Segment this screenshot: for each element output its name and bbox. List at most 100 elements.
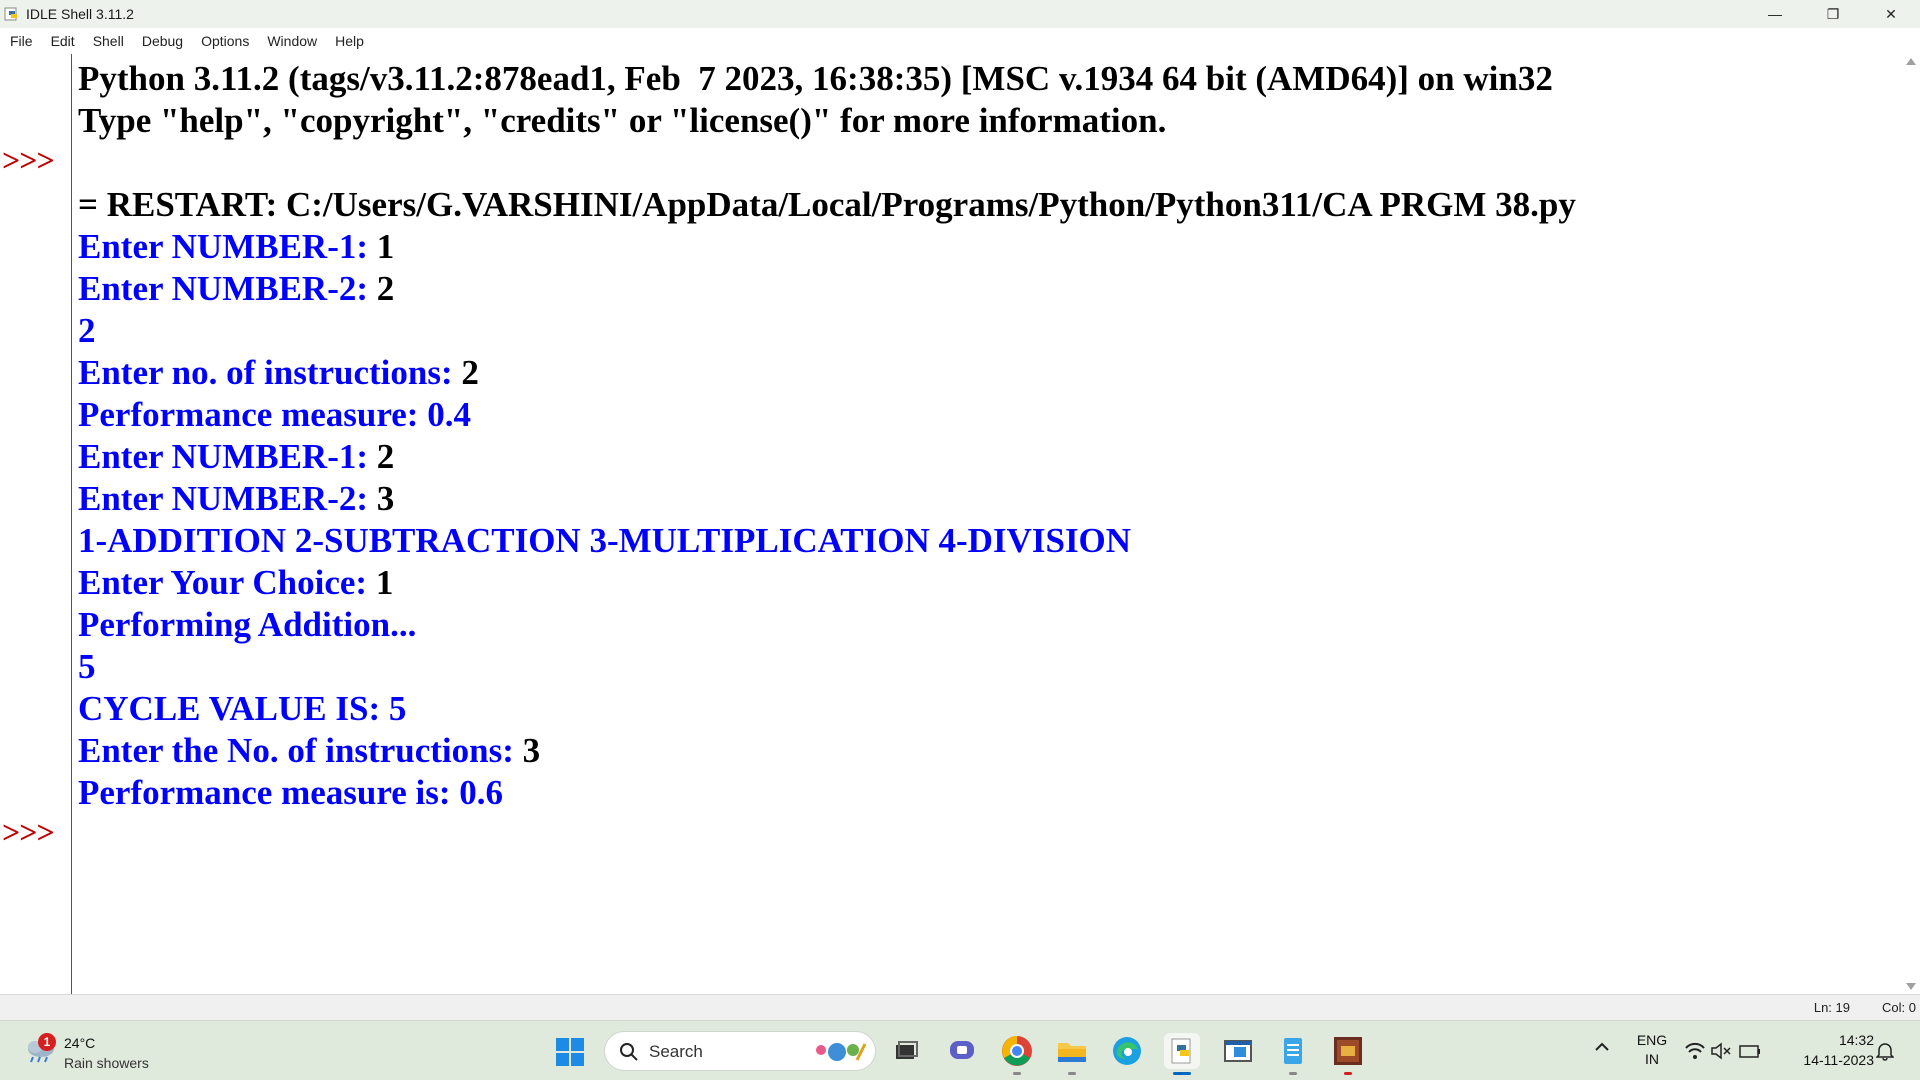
restore-button[interactable]: ❐ — [1804, 0, 1862, 28]
search-highlight-icon — [809, 1038, 869, 1066]
weather-widget[interactable]: 1 24°C Rain showers — [22, 1027, 182, 1075]
chevron-up-icon[interactable] — [1594, 1039, 1610, 1055]
language-indicator[interactable]: ENG IN — [1634, 1031, 1670, 1069]
running-indicator — [1173, 1072, 1191, 1075]
chat-button[interactable] — [944, 1033, 980, 1069]
shell-line: 2 — [78, 310, 96, 352]
chrome-icon — [1002, 1036, 1032, 1066]
scroll-down-icon[interactable] — [1906, 983, 1916, 990]
menu-options[interactable]: Options — [201, 33, 249, 49]
window-app-icon — [1224, 1040, 1252, 1062]
user-input: 2 — [376, 437, 395, 476]
scroll-up-icon[interactable] — [1906, 58, 1916, 65]
task-view-button[interactable] — [888, 1033, 924, 1069]
line-text: CYCLE VALUE IS: 5 — [78, 689, 407, 728]
title-bar: IDLE Shell 3.11.2 — ❐ ✕ — [0, 0, 1920, 28]
python-idle-icon — [4, 6, 20, 22]
restore-icon: ❐ — [1826, 5, 1840, 22]
menu-debug[interactable]: Debug — [142, 33, 183, 49]
shell-line: Performance measure: 0.4 — [78, 394, 471, 436]
running-indicator — [1068, 1072, 1076, 1075]
region-code: IN — [1645, 1051, 1659, 1067]
windows-logo-icon — [556, 1038, 584, 1066]
user-input: 1 — [376, 227, 395, 266]
user-input: 2 — [376, 269, 395, 308]
notification-bell-icon[interactable] — [1875, 1041, 1895, 1061]
wifi-icon — [1685, 1042, 1705, 1059]
shell-prompt: >>> — [2, 142, 55, 178]
file-explorer-icon — [1058, 1043, 1086, 1062]
clock-time: 14:32 — [1838, 1032, 1874, 1048]
notepad-button[interactable] — [1275, 1033, 1311, 1075]
shell-line: Enter NUMBER-1: 2 — [78, 436, 394, 478]
shell-line: Enter Your Choice: 1 — [78, 562, 393, 604]
chrome-button[interactable] — [999, 1033, 1035, 1075]
file-explorer-button[interactable] — [1054, 1033, 1090, 1075]
shell-line: CYCLE VALUE IS: 5 — [78, 688, 406, 730]
shell-line: 5 — [78, 646, 96, 688]
menu-window[interactable]: Window — [267, 33, 317, 49]
menu-file[interactable]: File — [10, 33, 33, 49]
menu-edit[interactable]: Edit — [51, 33, 75, 49]
line-text: Enter NUMBER-1: — [78, 227, 377, 266]
line-text: Enter NUMBER-1: — [78, 437, 377, 476]
line-text: Python 3.11.2 (tags/v3.11.2:878ead1, Feb… — [78, 59, 1553, 98]
menu-bar: File Edit Shell Debug Options Window Hel… — [0, 28, 1920, 54]
user-input: 3 — [522, 731, 541, 770]
weather-temperature: 24°C — [64, 1035, 96, 1051]
line-text: Performance measure is: 0.6 — [78, 773, 504, 812]
line-text: Enter the No. of instructions: — [78, 731, 523, 770]
menu-shell[interactable]: Shell — [93, 33, 124, 49]
shell-output[interactable]: Python 3.11.2 (tags/v3.11.2:878ead1, Feb… — [78, 54, 1888, 994]
weather-description: Rain showers — [64, 1055, 149, 1071]
shell-line: Enter the No. of instructions: 3 — [78, 730, 540, 772]
shell-line: Enter NUMBER-2: 3 — [78, 478, 394, 520]
running-indicator — [1289, 1072, 1297, 1075]
taskbar-search[interactable]: Search — [604, 1031, 876, 1071]
minimize-button[interactable]: — — [1746, 0, 1804, 28]
task-view-icon — [896, 1041, 918, 1059]
window-title: IDLE Shell 3.11.2 — [26, 6, 134, 22]
clock-date: 14-11-2023 — [1803, 1052, 1874, 1068]
vertical-scrollbar[interactable] — [1902, 54, 1920, 994]
dosbox-button[interactable] — [1330, 1033, 1366, 1075]
running-indicator — [1013, 1072, 1021, 1075]
edge-button[interactable] — [1109, 1033, 1145, 1069]
shell-line: = RESTART: C:/Users/G.VARSHINI/AppData/L… — [78, 184, 1576, 226]
menu-help[interactable]: Help — [335, 33, 364, 49]
prompt-gutter: >>> >>> — [0, 54, 72, 994]
language-code: ENG — [1636, 1032, 1668, 1048]
edge-icon — [1113, 1037, 1141, 1065]
line-text: Performing Addition... — [78, 605, 417, 644]
shell-line: Type "help", "copyright", "credits" or "… — [78, 100, 1166, 142]
shell-line: Performing Addition... — [78, 604, 416, 646]
line-text: Enter NUMBER-2: — [78, 269, 377, 308]
line-text: Performance measure: 0.4 — [78, 395, 471, 434]
close-icon: ✕ — [1885, 5, 1897, 22]
minimize-icon: — — [1768, 6, 1782, 22]
python-idle-button[interactable] — [1164, 1033, 1200, 1075]
taskbar: 1 24°C Rain showers Search ENG IN 14:32 … — [0, 1020, 1920, 1080]
user-input: 2 — [461, 353, 479, 392]
clock[interactable]: 14:32 14-11-2023 — [1780, 1030, 1874, 1070]
shell-area[interactable]: >>> >>> Python 3.11.2 (tags/v3.11.2:878e… — [0, 54, 1920, 994]
shell-line: Enter no. of instructions: 2 — [78, 352, 479, 394]
shell-line: Python 3.11.2 (tags/v3.11.2:878ead1, Feb… — [78, 58, 1553, 100]
battery-icon — [1739, 1045, 1760, 1058]
shell-line: Enter NUMBER-2: 2 — [78, 268, 394, 310]
status-column-number: Col: 0 — [1882, 1000, 1916, 1015]
close-button[interactable]: ✕ — [1862, 0, 1920, 28]
system-tray-icons[interactable] — [1684, 1039, 1762, 1063]
window-app-button[interactable] — [1220, 1033, 1256, 1069]
line-text: = RESTART: C:/Users/G.VARSHINI/AppData/L… — [78, 185, 1576, 224]
speaker-muted-icon — [1711, 1042, 1731, 1060]
start-button[interactable] — [555, 1037, 585, 1067]
notepad-icon — [1284, 1038, 1302, 1064]
dosbox-icon — [1334, 1037, 1362, 1065]
shell-line: Performance measure is: 0.6 — [78, 772, 503, 814]
line-text: Type "help", "copyright", "credits" or "… — [78, 101, 1167, 140]
line-text: 2 — [78, 311, 96, 350]
line-text: 1-ADDITION 2-SUBTRACTION 3-MULTIPLICATIO… — [78, 521, 1132, 560]
status-line-number: Ln: 19 — [1813, 1000, 1850, 1015]
python-idle-icon — [1171, 1038, 1191, 1064]
